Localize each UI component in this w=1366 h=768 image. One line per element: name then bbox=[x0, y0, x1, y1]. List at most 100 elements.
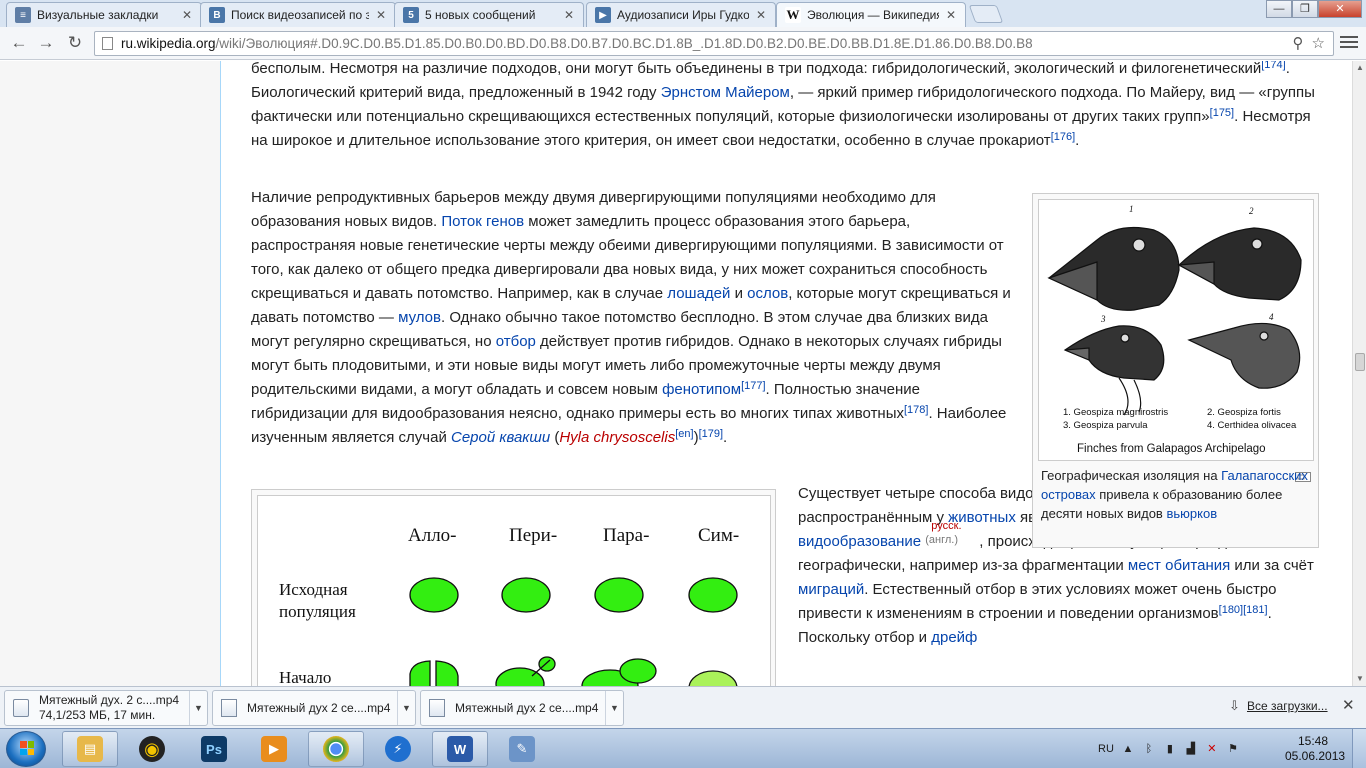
chrome-menu-button[interactable] bbox=[1340, 34, 1358, 50]
flashget-icon: ⚡ bbox=[385, 736, 411, 762]
page-scrollbar[interactable]: ▲ ▼ bbox=[1352, 61, 1366, 686]
link-selection[interactable]: отбор bbox=[496, 333, 536, 350]
close-window-button[interactable]: ✕ bbox=[1318, 0, 1362, 18]
close-tab-icon[interactable]: ✕ bbox=[945, 8, 957, 22]
media-player-icon: ▶ bbox=[261, 736, 287, 762]
link-donkeys[interactable]: ослов bbox=[747, 285, 788, 302]
speciation-diagram-image[interactable]: Алло- Пери- Пара- Сим- Исходная популяци… bbox=[257, 495, 771, 686]
download-icon: ⇩ bbox=[1229, 698, 1240, 713]
ref-link[interactable]: [181] bbox=[1243, 604, 1267, 616]
ref-link[interactable]: [179] bbox=[699, 428, 723, 440]
link-drift[interactable]: дрейф bbox=[931, 629, 977, 646]
ref-link[interactable]: [180] bbox=[1219, 604, 1243, 616]
url-path: /wiki/Эволюция#.D0.9C.D0.B5.D1.85.D0.B0.… bbox=[215, 36, 1033, 51]
dropdown-arrow-icon[interactable]: ▼ bbox=[189, 691, 207, 725]
ref-link[interactable]: [174] bbox=[1261, 61, 1285, 71]
close-tab-icon[interactable]: ✕ bbox=[375, 8, 387, 22]
ref-link[interactable]: [176] bbox=[1051, 131, 1075, 143]
back-button[interactable]: ← bbox=[8, 33, 30, 55]
link-habitat[interactable]: мест обитания bbox=[1128, 557, 1230, 574]
zoom-icon[interactable]: ⚲ bbox=[1293, 32, 1304, 55]
web-page: бесполым. Несмотря на различие подходов,… bbox=[0, 61, 1352, 686]
download-item[interactable]: Мятежный дух 2 се....mp4 ▼ bbox=[420, 690, 624, 726]
taskbar-photoshop[interactable]: Ps bbox=[186, 731, 242, 767]
volume-muted-icon[interactable]: ✕ bbox=[1205, 742, 1219, 756]
finch-image-title: Finches from Galapagos Archipelago bbox=[1077, 443, 1266, 455]
text: . Естественный отбор в этих условиях мож… bbox=[798, 581, 1277, 622]
population-small bbox=[538, 656, 556, 672]
finch-number: 2 bbox=[1249, 206, 1254, 216]
aimp-icon: ◉ bbox=[139, 736, 165, 762]
maximize-button[interactable]: ❐ bbox=[1292, 0, 1318, 18]
dropdown-arrow-icon[interactable]: ▼ bbox=[605, 691, 623, 725]
clock-date: 05.06.2013 bbox=[1285, 749, 1346, 763]
taskbar-chrome[interactable]: ◎ bbox=[308, 731, 364, 767]
start-button[interactable] bbox=[6, 731, 46, 767]
taskbar-media-player[interactable]: ▶ bbox=[246, 731, 302, 767]
address-bar[interactable]: ru.wikipedia.org/wiki/Эволюция#.D0.9C.D0… bbox=[94, 31, 1334, 56]
ref-link[interactable]: [177] bbox=[741, 380, 765, 392]
system-tray: RU ▲ ᛒ ▮ ▟ ✕ ⚑ bbox=[1098, 729, 1240, 768]
scroll-thumb[interactable] bbox=[1355, 353, 1365, 371]
new-tab-button[interactable] bbox=[968, 5, 1004, 23]
show-desktop-button[interactable] bbox=[1352, 729, 1366, 768]
scroll-up-arrow[interactable]: ▲ bbox=[1355, 63, 1365, 73]
all-downloads-link[interactable]: Все загрузки... bbox=[1247, 699, 1328, 713]
ref-link[interactable]: [178] bbox=[904, 404, 928, 416]
finch-legend: 4. Certhidea olivacea bbox=[1207, 420, 1297, 431]
text: бесполым. Несмотря на различие подходов,… bbox=[251, 61, 1262, 77]
show-hidden-icons[interactable]: ▲ bbox=[1121, 742, 1135, 756]
tab-evolution-wikipedia[interactable]: W Эволюция — Википедия ✕ bbox=[776, 2, 966, 27]
link-finches[interactable]: вьюрков bbox=[1166, 506, 1217, 521]
close-tab-icon[interactable]: ✕ bbox=[755, 8, 767, 22]
dropdown-arrow-icon[interactable]: ▼ bbox=[397, 691, 415, 725]
action-center-icon[interactable]: ⚑ bbox=[1226, 742, 1240, 756]
ref-link[interactable]: [175] bbox=[1210, 107, 1234, 119]
link-gray-treefrog[interactable]: Серой квакши bbox=[451, 429, 550, 446]
link-migration[interactable]: миграций bbox=[798, 581, 864, 598]
link-horses[interactable]: лошадей bbox=[667, 285, 730, 302]
link-mules[interactable]: мулов bbox=[398, 309, 441, 326]
link-ernst-mayr[interactable]: Эрнстом Майером bbox=[661, 84, 790, 101]
battery-icon[interactable]: ▮ bbox=[1163, 742, 1177, 756]
finches-drawing: 1 2 3 4 1. Geospiza magnirostris 2. Geos… bbox=[1047, 204, 1302, 455]
taskbar-paint[interactable]: ✎ bbox=[494, 731, 550, 767]
taskbar-explorer[interactable]: ▤ bbox=[62, 731, 118, 767]
population-ellipse bbox=[688, 577, 738, 613]
tab-visual-bookmarks[interactable]: ≡ Визуальные закладки ✕ bbox=[6, 2, 202, 27]
scroll-down-arrow[interactable]: ▼ bbox=[1355, 674, 1365, 684]
language-indicator[interactable]: RU bbox=[1098, 743, 1114, 755]
network-icon[interactable]: ▟ bbox=[1184, 742, 1198, 756]
tab-messages[interactable]: 5 5 новых сообщений ✕ bbox=[394, 2, 584, 27]
taskbar-aimp[interactable]: ◉ bbox=[124, 731, 180, 767]
close-tab-icon[interactable]: ✕ bbox=[181, 8, 193, 22]
text: или за счёт bbox=[1230, 557, 1314, 574]
word-icon: W bbox=[447, 736, 473, 762]
tab-audio[interactable]: ▶ Аудиозаписи Иры Гудко ✕ bbox=[586, 2, 776, 27]
wiki-sidebar bbox=[0, 61, 221, 686]
link-hyla-chrysoscelis[interactable]: Hyla chrysoscelis bbox=[559, 429, 675, 446]
download-item[interactable]: Мятежный дух. 2 с....mp4 74,1/253 МБ, 17 … bbox=[4, 690, 208, 726]
forward-button[interactable]: → bbox=[35, 33, 57, 55]
text: и bbox=[730, 285, 748, 302]
reload-button[interactable]: ↻ bbox=[64, 33, 86, 55]
close-shelf-button[interactable]: ✕ bbox=[1342, 696, 1355, 714]
taskbar-word[interactable]: W bbox=[432, 731, 488, 767]
population-ellipse bbox=[409, 577, 459, 613]
finches-image[interactable]: 1 2 3 4 1. Geospiza magnirostris 2. Geos… bbox=[1038, 199, 1314, 461]
link-phenotype[interactable]: фенотипом bbox=[662, 381, 741, 398]
download-shelf: Мятежный дух. 2 с....mp4 74,1/253 МБ, 17 … bbox=[0, 686, 1366, 728]
link-russian-red[interactable]: русск. bbox=[931, 520, 961, 532]
bookmark-star-icon[interactable]: ☆ bbox=[1312, 32, 1325, 55]
close-tab-icon[interactable]: ✕ bbox=[563, 8, 575, 22]
download-item[interactable]: Мятежный дух 2 се....mp4 ▼ bbox=[212, 690, 416, 726]
minimize-button[interactable]: — bbox=[1266, 0, 1292, 18]
tab-strip: ≡ Визуальные закладки ✕ В Поиск видеозап… bbox=[0, 0, 1366, 27]
thumbnail-caption: Географическая изоляция на Галапагосских… bbox=[1041, 466, 1311, 523]
system-clock[interactable]: 15:48 05.06.2013 bbox=[1285, 734, 1346, 764]
interwiki-en-link[interactable]: [en] bbox=[675, 428, 693, 440]
bluetooth-icon[interactable]: ᛒ bbox=[1142, 742, 1156, 756]
link-gene-flow[interactable]: Поток генов bbox=[441, 213, 524, 230]
tab-video-search[interactable]: В Поиск видеозаписей по з ✕ bbox=[200, 2, 396, 27]
taskbar-flashget[interactable]: ⚡ bbox=[370, 731, 426, 767]
